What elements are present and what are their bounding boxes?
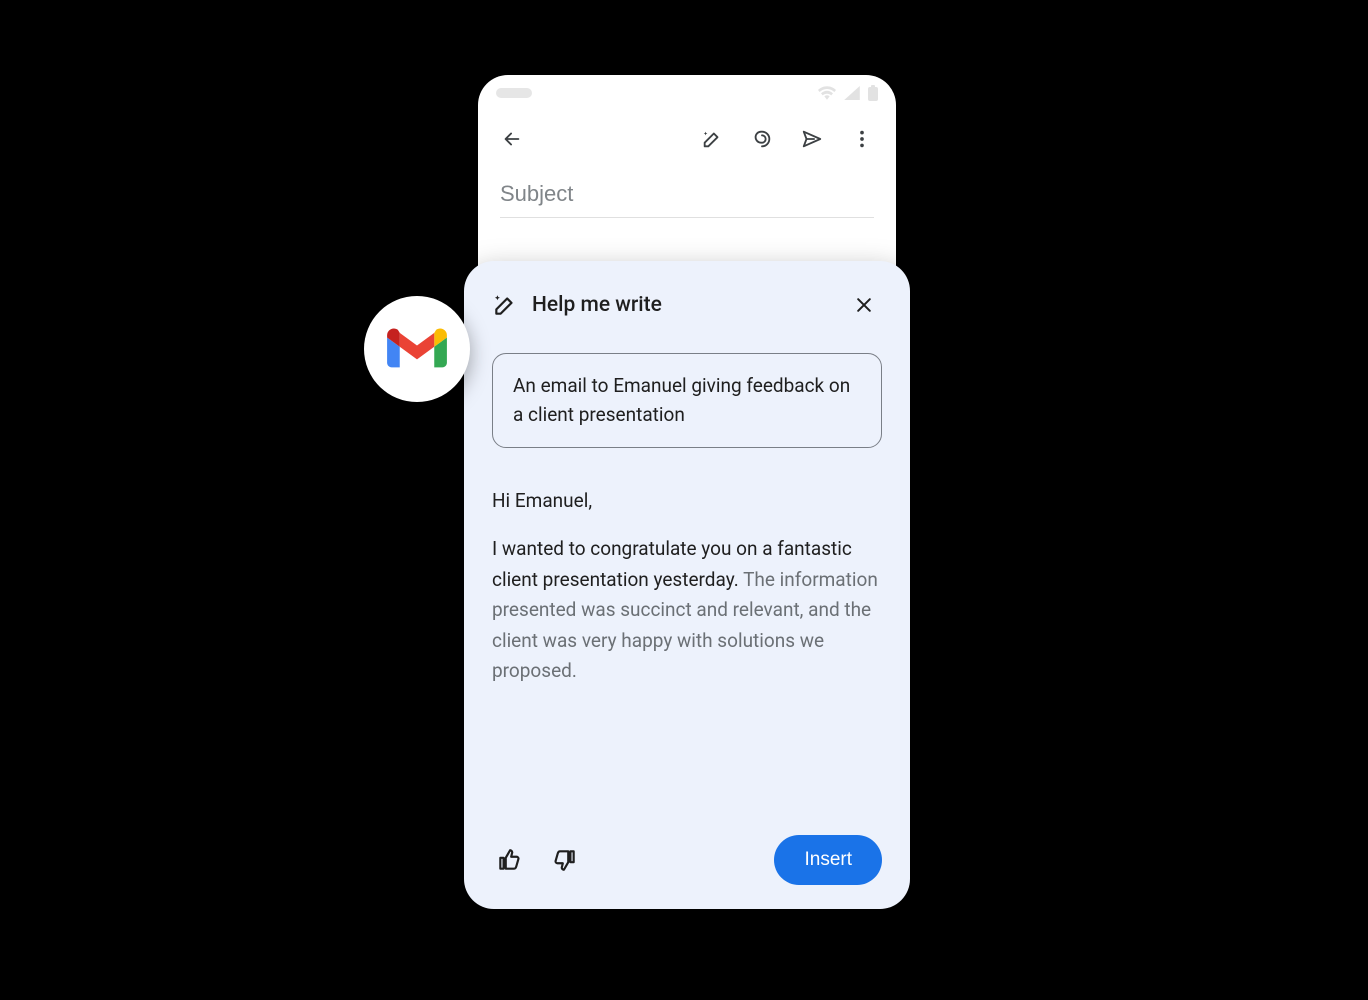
draft-preview: Hi Emanuel, I wanted to congratulate you… (492, 486, 882, 825)
back-button[interactable] (492, 119, 532, 159)
gmail-badge (364, 296, 470, 402)
sheet-title: Help me write (532, 293, 832, 317)
attachment-icon (751, 128, 773, 150)
more-vert-icon (851, 128, 873, 150)
more-button[interactable] (842, 119, 882, 159)
send-button[interactable] (792, 119, 832, 159)
sheet-header: Help me write (492, 287, 882, 323)
compose-app-bar (478, 111, 896, 167)
close-icon (854, 295, 874, 315)
arrow-back-icon (501, 128, 523, 150)
status-icons (818, 85, 878, 101)
draft-greeting: Hi Emanuel, (492, 486, 882, 516)
battery-icon (868, 85, 878, 101)
camera-cutout-pill (496, 88, 532, 98)
thumbs-down-button[interactable] (548, 843, 582, 877)
signal-icon (844, 86, 860, 100)
help-me-write-sheet: Help me write An email to Emanuel giving… (464, 261, 910, 909)
subject-row (478, 167, 896, 228)
attach-button[interactable] (742, 119, 782, 159)
close-button[interactable] (846, 287, 882, 323)
magic-pen-icon (701, 128, 723, 150)
magic-pen-icon (492, 292, 518, 318)
gmail-icon (386, 326, 448, 372)
sheet-footer: Insert (492, 835, 882, 885)
thumbs-down-icon (552, 847, 578, 873)
insert-button[interactable]: Insert (774, 835, 882, 885)
thumbs-up-icon (496, 847, 522, 873)
wifi-icon (818, 86, 836, 100)
send-icon (801, 128, 823, 150)
magic-pen-button[interactable] (692, 119, 732, 159)
prompt-input[interactable]: An email to Emanuel giving feedback on a… (492, 353, 882, 448)
status-bar (478, 75, 896, 111)
subject-input[interactable] (500, 175, 874, 218)
thumbs-up-button[interactable] (492, 843, 526, 877)
